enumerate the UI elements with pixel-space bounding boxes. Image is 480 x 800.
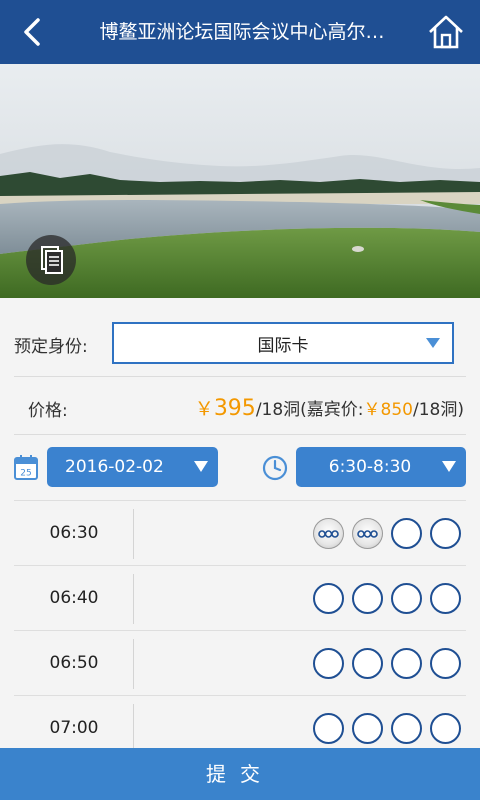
guest-price-currency: ￥ (363, 400, 381, 420)
divider (133, 639, 134, 689)
page-title: 博鳌亚洲论坛国际会议中心高尔… (99, 21, 385, 43)
open-slot[interactable] (430, 518, 461, 549)
dropdown-arrow-icon (426, 338, 440, 348)
open-slot[interactable] (352, 713, 383, 744)
calendar-day: 25 (20, 469, 31, 479)
price-row: 价格: ￥395/18洞(嘉宾价:￥850/18洞) (14, 390, 466, 426)
tee-time-label: 06:50 (49, 653, 99, 673)
open-slot[interactable] (391, 583, 422, 614)
home-icon[interactable] (426, 12, 466, 52)
open-slot[interactable] (430, 583, 461, 614)
dropdown-arrow-icon (194, 461, 208, 472)
open-slot[interactable] (430, 713, 461, 744)
header-bar: 博鳌亚洲论坛国际会议中心高尔… (0, 0, 480, 64)
price-currency: ￥ (194, 398, 214, 420)
guest-price-value: 850 (380, 400, 413, 420)
price-label: 价格: (28, 401, 68, 421)
player-slots (313, 648, 461, 679)
date-dropdown[interactable]: 2016-02-02 (47, 447, 218, 487)
identity-row: 预定身份: 国际卡 (14, 322, 466, 364)
calendar-icon: 25 (14, 454, 38, 480)
identity-label: 预定身份: (14, 337, 88, 357)
identity-value: 国际卡 (257, 335, 309, 356)
date-value: 2016-02-02 (65, 457, 164, 477)
divider (14, 376, 466, 377)
booked-slot-icon[interactable] (313, 518, 344, 549)
clock-icon (262, 455, 288, 481)
price-text: ￥395/18洞(嘉宾价:￥850/18洞) (195, 394, 464, 421)
open-slot[interactable] (430, 648, 461, 679)
time-range-value: 6:30-8:30 (328, 457, 412, 477)
price-unit: /18洞(嘉宾价: (255, 400, 364, 420)
divider (133, 704, 134, 754)
identity-dropdown[interactable]: 国际卡 (112, 322, 454, 364)
price-value: 395 (213, 396, 256, 421)
open-slot[interactable] (391, 518, 422, 549)
submit-button[interactable]: 提交 (0, 748, 480, 800)
guest-price-unit: /18洞) (413, 400, 464, 420)
tee-time-row: 06:30 (14, 500, 466, 565)
tee-time-list: 06:30 06:40 06:50 07:00 (14, 500, 466, 760)
open-slot[interactable] (391, 713, 422, 744)
divider (133, 574, 134, 624)
dropdown-arrow-icon (442, 461, 456, 472)
open-slot[interactable] (391, 648, 422, 679)
gallery-icon[interactable] (26, 235, 76, 285)
open-slot[interactable] (352, 583, 383, 614)
tee-time-row: 06:50 (14, 630, 466, 695)
back-icon[interactable] (14, 14, 54, 50)
filter-row: 25 2016-02-02 6:30-8:30 (14, 447, 466, 487)
booked-slot-icon[interactable] (352, 518, 383, 549)
booking-screen: 博鳌亚洲论坛国际会议中心高尔… 预定身份: 国际卡 价格: ￥395/18洞(嘉… (0, 0, 480, 800)
open-slot[interactable] (313, 583, 344, 614)
open-slot[interactable] (352, 648, 383, 679)
tee-time-label: 06:30 (49, 523, 99, 543)
divider (14, 434, 466, 435)
time-range-dropdown[interactable]: 6:30-8:30 (296, 447, 466, 487)
open-slot[interactable] (313, 648, 344, 679)
tee-time-label: 06:40 (49, 588, 99, 608)
open-slot[interactable] (313, 713, 344, 744)
player-slots (313, 583, 461, 614)
tee-time-row: 06:40 (14, 565, 466, 630)
divider (133, 509, 134, 559)
player-slots (313, 518, 461, 549)
player-slots (313, 713, 461, 744)
